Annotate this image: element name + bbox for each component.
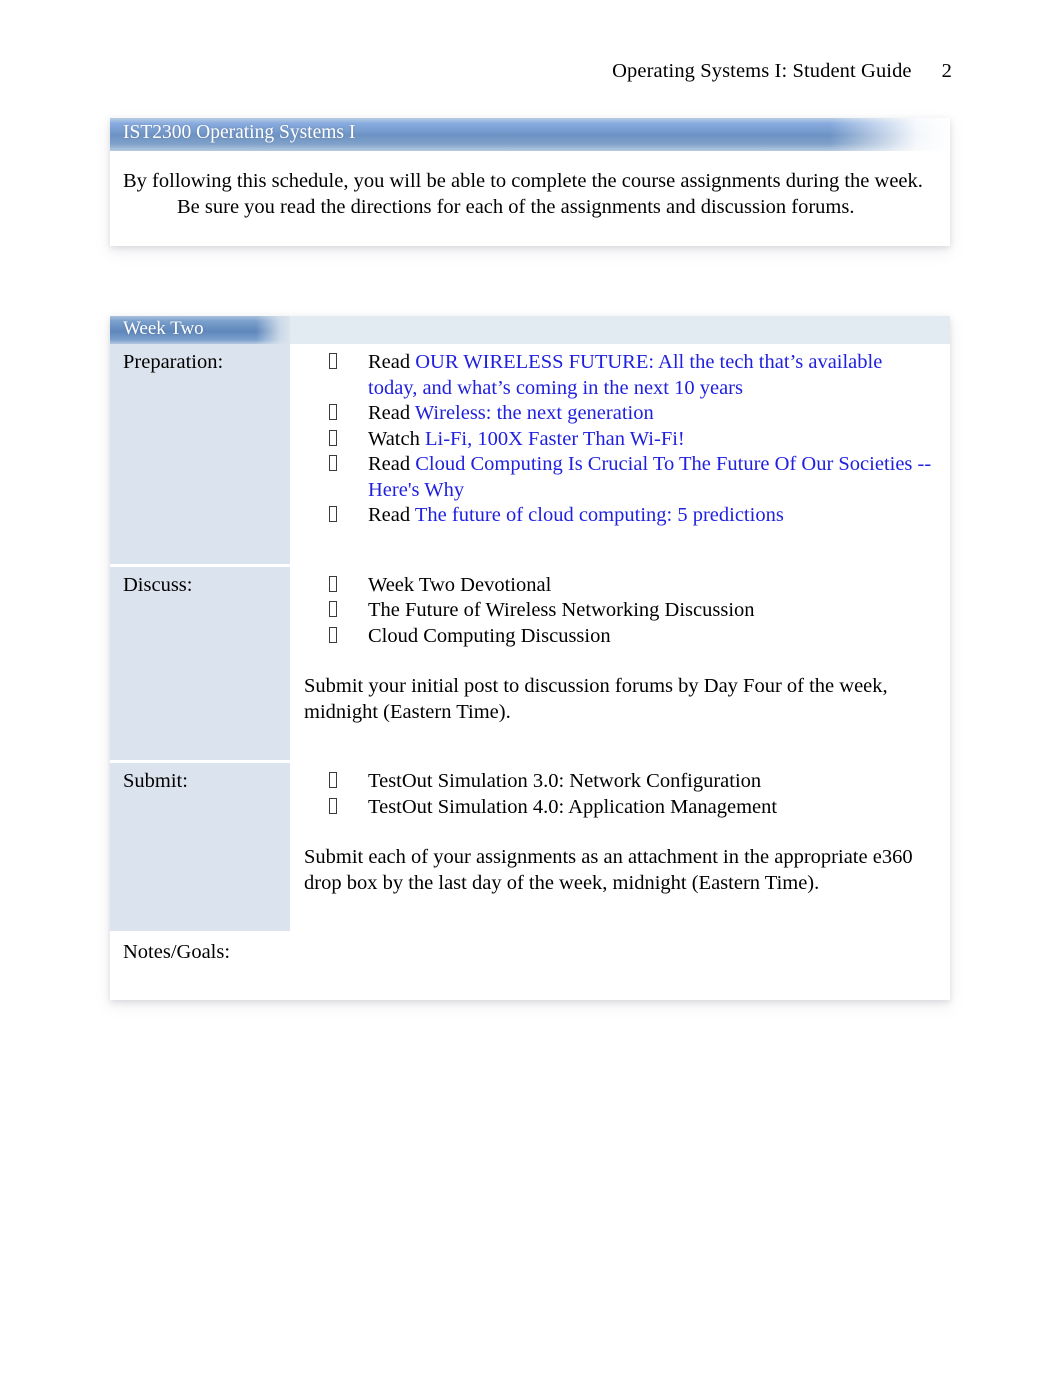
- discuss-list: Week Two Devotional The Future of Wirele…: [300, 573, 936, 650]
- submit-row: Submit: TestOut Simulation 3.0: Network …: [110, 760, 950, 931]
- resource-link[interactable]: Cloud Computing Is Crucial To The Future…: [368, 453, 931, 501]
- bullet-box-icon: [329, 601, 337, 617]
- list-item: Read OUR WIRELESS FUTURE: All the tech t…: [300, 350, 936, 401]
- preparation-list: Read OUR WIRELESS FUTURE: All the tech t…: [300, 350, 936, 529]
- bullet-box-icon: [329, 797, 337, 814]
- bullet-box-icon: [329, 353, 337, 369]
- resource-link[interactable]: Wireless: the next generation: [415, 402, 654, 424]
- discuss-submission-note: Submit your initial post to discussion f…: [304, 675, 888, 723]
- bullet-box-icon: [329, 626, 337, 643]
- item-prefix: Watch: [368, 427, 425, 450]
- list-item: Watch Li-Fi, 100X Faster Than Wi-Fi!: [300, 427, 936, 453]
- preparation-content-cell: Read OUR WIRELESS FUTURE: All the tech t…: [290, 344, 950, 564]
- course-title-banner: IST2300 Operating Systems I: [110, 118, 950, 151]
- week-header-label-cell: Week Two: [110, 316, 290, 344]
- page-number: 2: [941, 60, 952, 82]
- submit-label-cell: Submit:: [110, 763, 290, 931]
- discuss-label: Discuss:: [123, 573, 193, 596]
- submit-list: TestOut Simulation 3.0: Network Configur…: [300, 769, 936, 820]
- submit-content-cell: TestOut Simulation 3.0: Network Configur…: [290, 763, 950, 931]
- notes-goals-cell[interactable]: Notes/Goals:: [110, 934, 950, 1000]
- resource-link[interactable]: The future of cloud computing: 5 predict…: [415, 504, 784, 526]
- week-header-filler: [290, 316, 950, 344]
- course-intro-block: IST2300 Operating Systems I By following…: [110, 118, 950, 246]
- week-schedule-table: Week Two Preparation: Read OUR WIRELESS …: [110, 316, 950, 1000]
- discuss-content-cell: Week Two Devotional The Future of Wirele…: [290, 566, 950, 760]
- week-header-filler-cell: [290, 316, 950, 344]
- list-item: Week Two Devotional: [300, 573, 936, 599]
- submit-bottom-spacer: [300, 896, 936, 921]
- course-title: IST2300 Operating Systems I: [123, 122, 356, 143]
- list-item: Read Cloud Computing Is Crucial To The F…: [300, 452, 936, 503]
- submit-item-label: TestOut Simulation 3.0: Network Configur…: [368, 770, 762, 792]
- submit-item-label: TestOut Simulation 4.0: Application Mana…: [368, 795, 778, 818]
- submit-submission-note: Submit each of your assignments as an at…: [304, 846, 913, 894]
- discuss-row: Discuss: Week Two Devotional The Future …: [110, 563, 950, 760]
- submit-label: Submit:: [123, 770, 188, 792]
- week-header-title: Week Two: [123, 318, 204, 339]
- preparation-label: Preparation:: [123, 351, 224, 373]
- list-item: Cloud Computing Discussion: [300, 624, 936, 650]
- submit-spacer: [300, 820, 936, 845]
- discuss-item-label: Cloud Computing Discussion: [368, 624, 611, 647]
- discuss-bottom-spacer: [300, 725, 936, 750]
- discuss-item-label: The Future of Wireless Networking Discus…: [368, 599, 755, 621]
- page-running-header: Operating Systems I: Student Guide 2: [0, 60, 1062, 83]
- notes-goals-label: Notes/Goals:: [123, 941, 231, 963]
- week-header-row: Week Two: [110, 316, 950, 344]
- bullet-box-icon: [329, 575, 337, 592]
- bullet-box-icon: [329, 772, 337, 788]
- preparation-spacer: [300, 529, 936, 554]
- discuss-item-label: Week Two Devotional: [368, 573, 552, 596]
- preparation-row: Preparation: Read OUR WIRELESS FUTURE: A…: [110, 344, 950, 564]
- bullet-box-icon: [329, 506, 337, 522]
- bullet-box-icon: [329, 429, 337, 446]
- week-header-strip: Week Two: [110, 316, 290, 344]
- item-prefix: Read: [368, 453, 416, 475]
- header-title: Operating Systems I: Student Guide: [612, 60, 912, 82]
- item-prefix: Read: [368, 351, 416, 373]
- intro-paragraph: By following this schedule, you will be …: [123, 170, 923, 218]
- preparation-label-cell: Preparation:: [110, 344, 290, 564]
- list-item: Read Wireless: the next generation: [300, 401, 936, 427]
- discuss-spacer: [300, 649, 936, 674]
- bullet-box-icon: [329, 455, 337, 471]
- list-item: TestOut Simulation 4.0: Application Mana…: [300, 795, 936, 821]
- list-item: TestOut Simulation 3.0: Network Configur…: [300, 769, 936, 795]
- list-item: Read The future of cloud computing: 5 pr…: [300, 503, 936, 529]
- resource-link[interactable]: Li-Fi, 100X Faster Than Wi-Fi!: [425, 428, 685, 450]
- discuss-label-cell: Discuss:: [110, 566, 290, 760]
- notes-goals-row: Notes/Goals:: [110, 931, 950, 1000]
- intro-body: By following this schedule, you will be …: [110, 151, 950, 246]
- bullet-box-icon: [329, 404, 337, 420]
- item-prefix: Read: [368, 504, 415, 526]
- resource-link[interactable]: OUR WIRELESS FUTURE: All the tech that’s…: [368, 351, 882, 399]
- item-prefix: Read: [368, 402, 415, 424]
- list-item: The Future of Wireless Networking Discus…: [300, 598, 936, 624]
